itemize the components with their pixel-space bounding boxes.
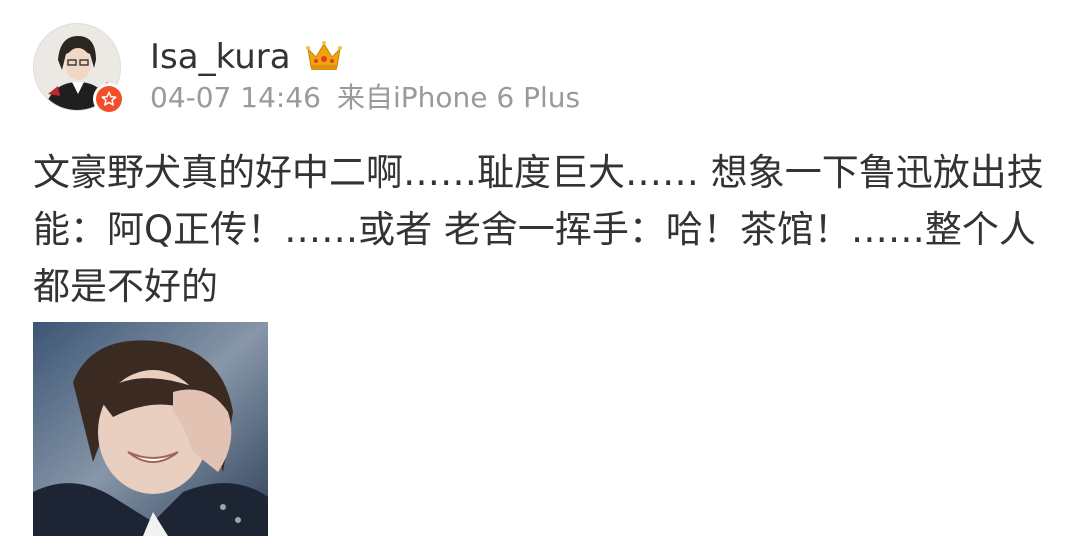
post-source: 来自iPhone 6 Plus	[336, 81, 581, 114]
weibo-post: Isa_kura 04-07 14:46 来自iPhone 6 Plus 文豪野犬…	[0, 0, 1080, 547]
post-text[interactable]: 文豪野犬真的好中二啊……耻度巨大…… 想象一下鲁迅放出技能：阿Q正传！……或者 …	[33, 144, 1048, 315]
verified-star-icon	[93, 83, 125, 115]
username[interactable]: Isa_kura	[150, 36, 291, 78]
post-timestamp: 04-07 14:46	[150, 81, 321, 114]
avatar[interactable]	[33, 23, 125, 115]
crown-icon[interactable]	[305, 39, 343, 73]
post-meta: 04-07 14:46 来自iPhone 6 Plus	[150, 80, 580, 116]
post-image[interactable]	[33, 322, 268, 536]
